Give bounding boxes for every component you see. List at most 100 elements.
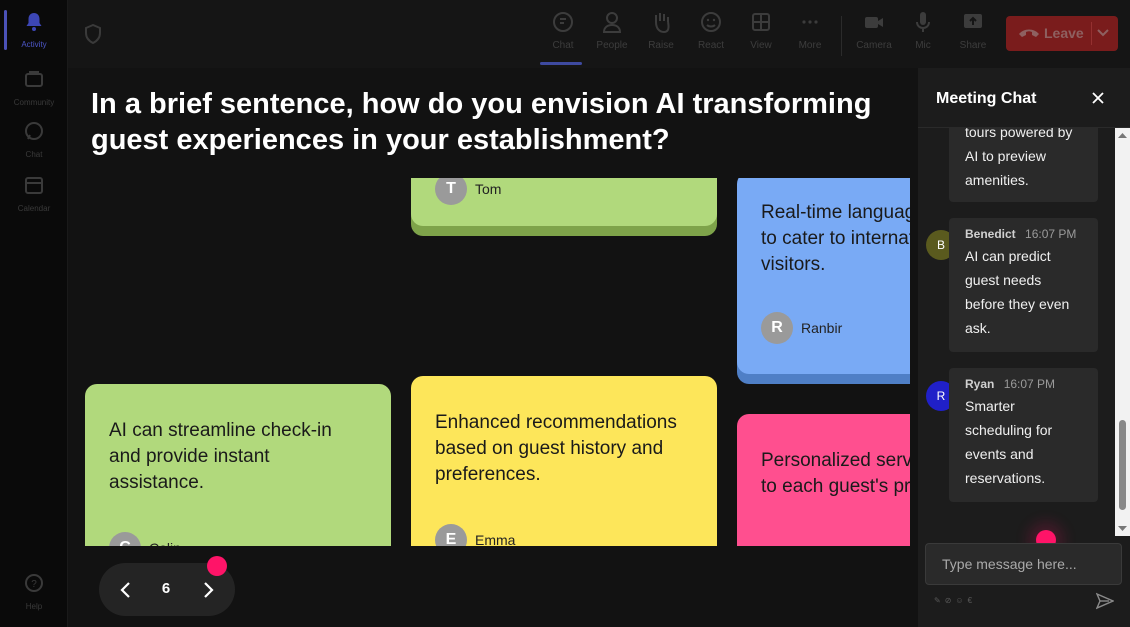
page-navigator: 6 (99, 556, 235, 616)
note-text: Real-time language translation to cater … (761, 202, 910, 275)
smiley-icon (701, 12, 721, 32)
sender-name: Benedict (965, 227, 1016, 241)
message-meta: Benedict 16:07 PM (965, 226, 1082, 242)
author-name: Ranbir (801, 320, 843, 336)
page-number: 6 (161, 580, 171, 597)
note-author: R Ranbir (761, 312, 842, 344)
question-title: In a brief sentence, how do you envision… (91, 88, 872, 156)
rail-item-calendar[interactable]: Calendar (0, 168, 68, 218)
avatar-initial: B (936, 238, 945, 252)
note-text: Personalized services tailored to each g… (761, 450, 910, 497)
chevron-right-icon[interactable] (199, 580, 217, 600)
meeting-chat-panel: Meeting Chat tours powered by AI to prev… (918, 68, 1130, 627)
community-icon (25, 71, 43, 87)
avatar: R (761, 312, 793, 344)
camera-icon (865, 17, 883, 28)
scroll-down-icon[interactable] (1118, 526, 1127, 532)
toolbar-label: Share (959, 40, 987, 51)
message-meta: Ryan 16:07 PM (965, 376, 1082, 392)
sticky-note-tom[interactable]: T Tom (411, 178, 717, 226)
leave-divider (1091, 22, 1092, 45)
send-icon[interactable] (1096, 592, 1114, 610)
emoji-icon[interactable]: ☺ (955, 596, 963, 605)
chat-scrollbar[interactable] (1115, 128, 1130, 536)
rail-label: Community (13, 98, 55, 107)
note-author: C Colin (109, 532, 181, 546)
toolbar-people-button[interactable]: People (587, 10, 637, 66)
more-dots-icon (802, 20, 818, 24)
note-author: T Tom (435, 178, 501, 205)
notification-dot (207, 556, 227, 576)
chat-title: Meeting Chat (936, 90, 1037, 107)
notes-board: T Tom Real-time language translation to … (68, 178, 910, 546)
chat-message: Ryan 16:07 PM Smarter scheduling for eve… (949, 368, 1098, 502)
avatar-initial: R (936, 389, 946, 403)
author-name: Colin (149, 535, 181, 546)
sticky-note-ranbir[interactable]: Real-time language translation to cater … (737, 178, 910, 374)
avatar: C (109, 532, 141, 546)
sticky-note-personalized[interactable]: Personalized services tailored to each g… (737, 414, 910, 546)
close-icon[interactable] (1090, 90, 1106, 106)
people-icon (602, 12, 622, 33)
rail-item-chat[interactable]: Chat (0, 114, 68, 164)
message-text: tours powered by AI to preview amenities… (965, 128, 1073, 188)
rail-item-community[interactable]: Community (0, 62, 68, 112)
meeting-app: Activity Community Chat Calendar ? Help … (0, 0, 1130, 627)
meeting-toolbar: Chat People Raise React View More Camera (68, 0, 1130, 68)
toolbar-view-button[interactable]: View (736, 10, 786, 66)
avatar: T (435, 178, 467, 205)
toolbar-raise-button[interactable]: Raise (636, 10, 686, 66)
toolbar-label: Camera (856, 40, 892, 51)
svg-text:?: ? (31, 579, 37, 590)
raise-hand-icon (655, 13, 670, 34)
chat-icon (553, 12, 573, 32)
note-text: AI can streamline check-in and provide i… (109, 420, 332, 493)
microphone-icon (916, 12, 930, 32)
message-time: 16:07 PM (1025, 227, 1077, 241)
chevron-left-icon[interactable] (117, 580, 135, 600)
toolbar-label: Raise (648, 40, 674, 51)
scrollbar-thumb[interactable] (1119, 420, 1126, 510)
toolbar-react-button[interactable]: React (686, 10, 736, 66)
shield-icon[interactable] (84, 24, 102, 44)
chat-message: Benedict 16:07 PM AI can predict guest n… (949, 218, 1098, 352)
toolbar-more-button[interactable]: More (785, 10, 835, 66)
toolbar-label: Chat (552, 40, 574, 51)
note-author: E Emma (435, 524, 515, 546)
grid-view-icon (752, 13, 770, 31)
rail-label: Calendar (17, 204, 51, 213)
attach-icon[interactable]: ⊘ (945, 596, 952, 605)
message-time: 16:07 PM (1003, 377, 1056, 391)
rail-item-activity[interactable]: Activity (0, 4, 68, 54)
sender-name: Ryan (965, 377, 995, 391)
toolbar-share-button[interactable]: Share (948, 10, 998, 66)
calendar-icon (25, 177, 43, 194)
leave-button[interactable]: Leave (1006, 16, 1118, 51)
message-text: Smarter scheduling for events and reserv… (965, 398, 1053, 486)
toolbar-chat-button[interactable]: Chat (538, 10, 588, 66)
note-text: Enhanced recommendations based on guest … (435, 412, 677, 485)
chat-message-input[interactable] (925, 543, 1122, 585)
scroll-up-icon[interactable] (1118, 132, 1127, 138)
toolbar-label: More (798, 40, 822, 51)
toolbar-label: Mic (915, 40, 931, 51)
author-name: Emma (475, 532, 516, 546)
share-screen-icon (964, 14, 982, 28)
app-rail: Activity Community Chat Calendar ? Help (0, 0, 68, 627)
toolbar-camera-button[interactable]: Camera (849, 10, 899, 66)
toolbar-label: React (697, 40, 725, 51)
chat-icon (25, 122, 43, 140)
gif-icon[interactable]: € (968, 596, 972, 605)
message-text: AI can predict guest needs before they e… (965, 248, 1070, 336)
sticky-note-colin[interactable]: AI can streamline check-in and provide i… (85, 384, 391, 546)
rail-item-help[interactable]: ? Help (0, 566, 68, 616)
bell-icon (26, 13, 42, 31)
format-icon[interactable]: ✎ (934, 596, 941, 605)
chevron-down-icon[interactable] (1096, 28, 1110, 38)
author-name: Tom (475, 181, 502, 197)
rail-label: Activity (21, 40, 47, 49)
sticky-note-emma[interactable]: Enhanced recommendations based on guest … (411, 376, 717, 546)
toolbar-mic-button[interactable]: Mic (898, 10, 948, 66)
chat-messages[interactable]: tours powered by AI to preview amenities… (918, 128, 1116, 536)
avatar: E (435, 524, 467, 546)
